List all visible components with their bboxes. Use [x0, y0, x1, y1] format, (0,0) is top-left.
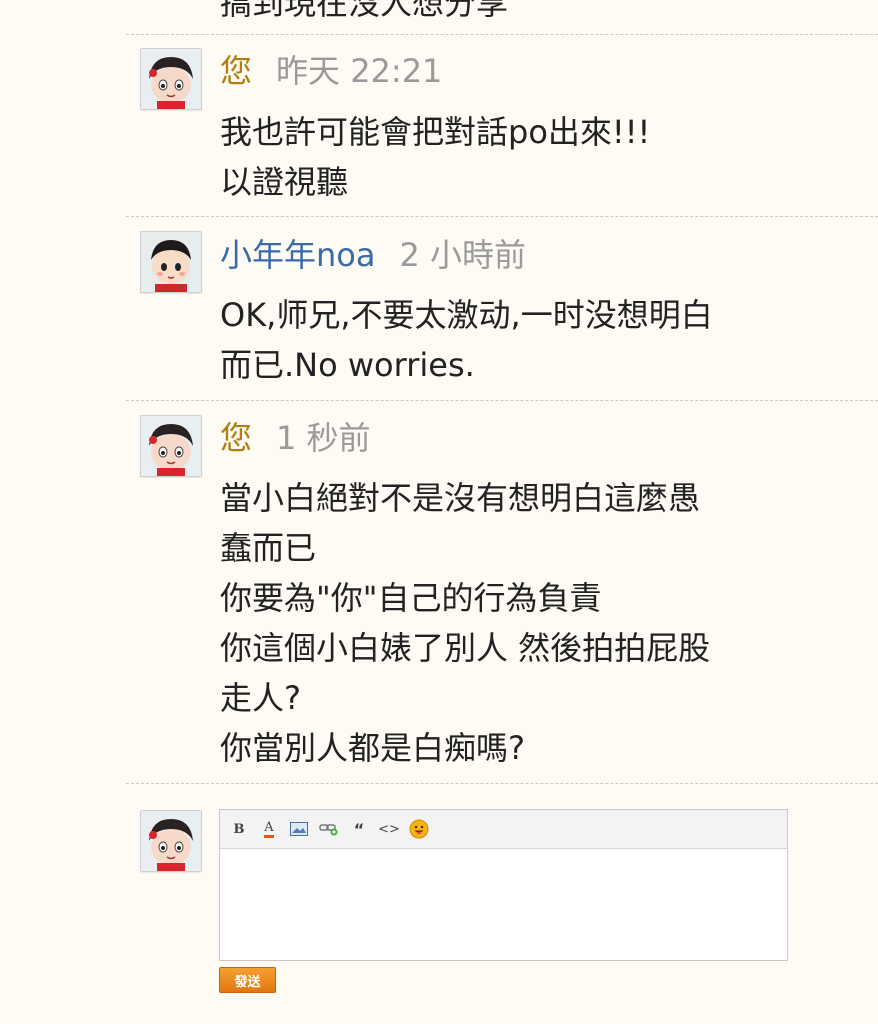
comment-item: 小年年noa 2 小時前 OK,师兄,不要太激动,一时没想明白 而已.No wor… [126, 217, 878, 400]
comment-item: 您昨天 22:21 我也許可能會把對話po出來!!! 以證視聽 [126, 35, 878, 216]
comment-line: 當小白絕對不是沒有想明白這麼愚 [220, 479, 701, 517]
reply-editor: B A “ <> [219, 809, 788, 961]
comment-header: 您昨天 22:21 [220, 51, 442, 91]
comment-line: 你這個小白婊了別人 然後拍拍屁股 [220, 629, 711, 667]
comment-line: 以證視聽 [220, 163, 349, 201]
comment-line: 你當別人都是白痴嗎? [220, 729, 525, 767]
editor-toolbar: B A “ <> [220, 810, 787, 849]
image-icon[interactable] [286, 816, 312, 842]
author-name[interactable]: 您 [220, 52, 252, 90]
timestamp[interactable]: 昨天 22:21 [276, 52, 442, 90]
author-name[interactable]: 小年年noa [220, 236, 375, 274]
previous-comment-tail: 搞到現在沒人想分享 [220, 0, 509, 22]
separator [126, 783, 878, 784]
comment-line: 你要為"你"自己的行為負責 [220, 579, 602, 617]
comment-line: 走人? [220, 679, 301, 717]
comment-body: 當小白絕對不是沒有想明白這麼愚 蠢而已 你要為"你"自己的行為負責 你這個小白婊… [220, 473, 780, 773]
link-icon[interactable] [316, 816, 342, 842]
comment-line: OK,师兄,不要太激动,一时没想明白 [220, 296, 713, 334]
avatar[interactable] [140, 48, 202, 110]
comment-item: 您 1 秒前 當小白絕對不是沒有想明白這麼愚 蠢而已 你要為"你"自己的行為負責 … [126, 401, 878, 783]
avatar[interactable] [140, 415, 202, 477]
emoji-icon[interactable] [406, 816, 432, 842]
avatar[interactable] [140, 231, 202, 293]
reply-textarea[interactable] [220, 849, 787, 959]
timestamp[interactable]: 1 秒前 [276, 419, 371, 457]
comment-line: 而已.No worries. [220, 346, 475, 384]
comment-body: OK,师兄,不要太激动,一时没想明白 而已.No worries. [220, 290, 780, 390]
comment-line: 蠢而已 [220, 529, 317, 567]
my-avatar [140, 810, 202, 872]
author-name[interactable]: 您 [220, 419, 252, 457]
comment-header: 您 1 秒前 [220, 418, 371, 458]
timestamp[interactable]: 2 小時前 [399, 236, 526, 274]
quote-icon[interactable]: “ [346, 816, 372, 842]
font-color-label: A [264, 820, 274, 838]
bold-icon[interactable]: B [226, 816, 252, 842]
font-color-icon[interactable]: A [256, 816, 282, 842]
send-button[interactable]: 發送 [219, 967, 276, 993]
code-icon[interactable]: <> [376, 816, 402, 842]
comment-line: 我也許可能會把對話po出來!!! [220, 113, 651, 151]
comment-body: 我也許可能會把對話po出來!!! 以證視聽 [220, 107, 780, 207]
comment-header: 小年年noa 2 小時前 [220, 235, 526, 275]
